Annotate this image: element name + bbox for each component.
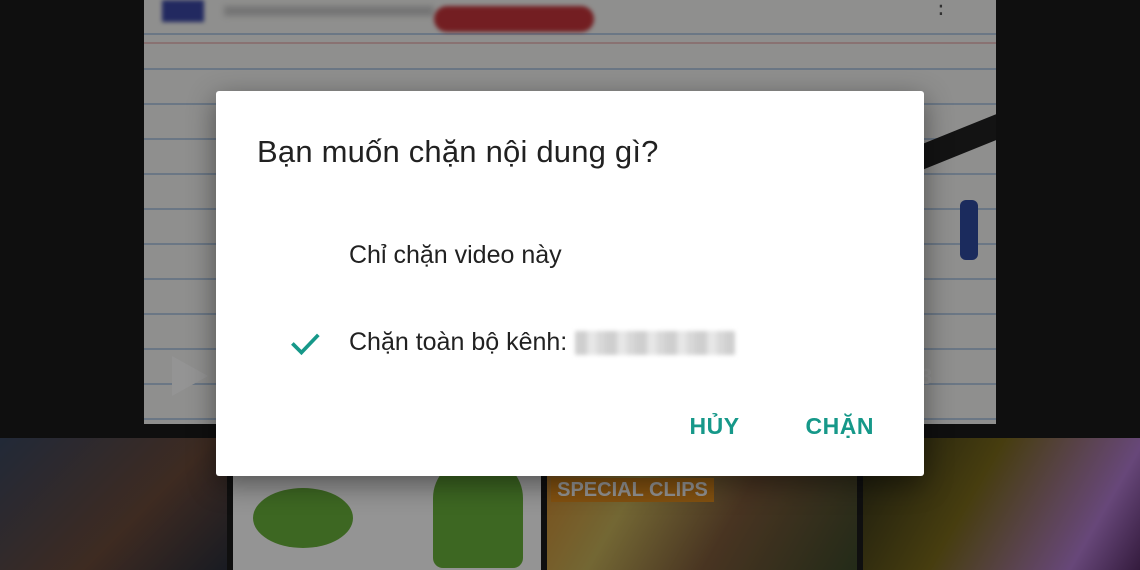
block-button[interactable]: CHẶN [806,413,874,440]
dialog-actions: HỦY CHẶN [689,413,874,440]
option-label: Chỉ chặn video này [349,241,562,269]
check-icon [291,333,320,356]
channel-name-blurred [575,331,736,356]
option-label-text: Chặn toàn bộ kênh: [349,328,568,356]
block-content-dialog: Bạn muốn chặn nội dung gì? Chỉ chặn vide… [216,91,924,476]
option-block-whole-channel[interactable]: Chặn toàn bộ kênh: [216,314,924,374]
dialog-title: Bạn muốn chặn nội dung gì? [257,134,659,169]
option-block-this-video[interactable]: Chỉ chặn video này [216,227,924,287]
cancel-button[interactable]: HỦY [689,413,739,440]
option-label: Chặn toàn bộ kênh: [349,328,736,357]
